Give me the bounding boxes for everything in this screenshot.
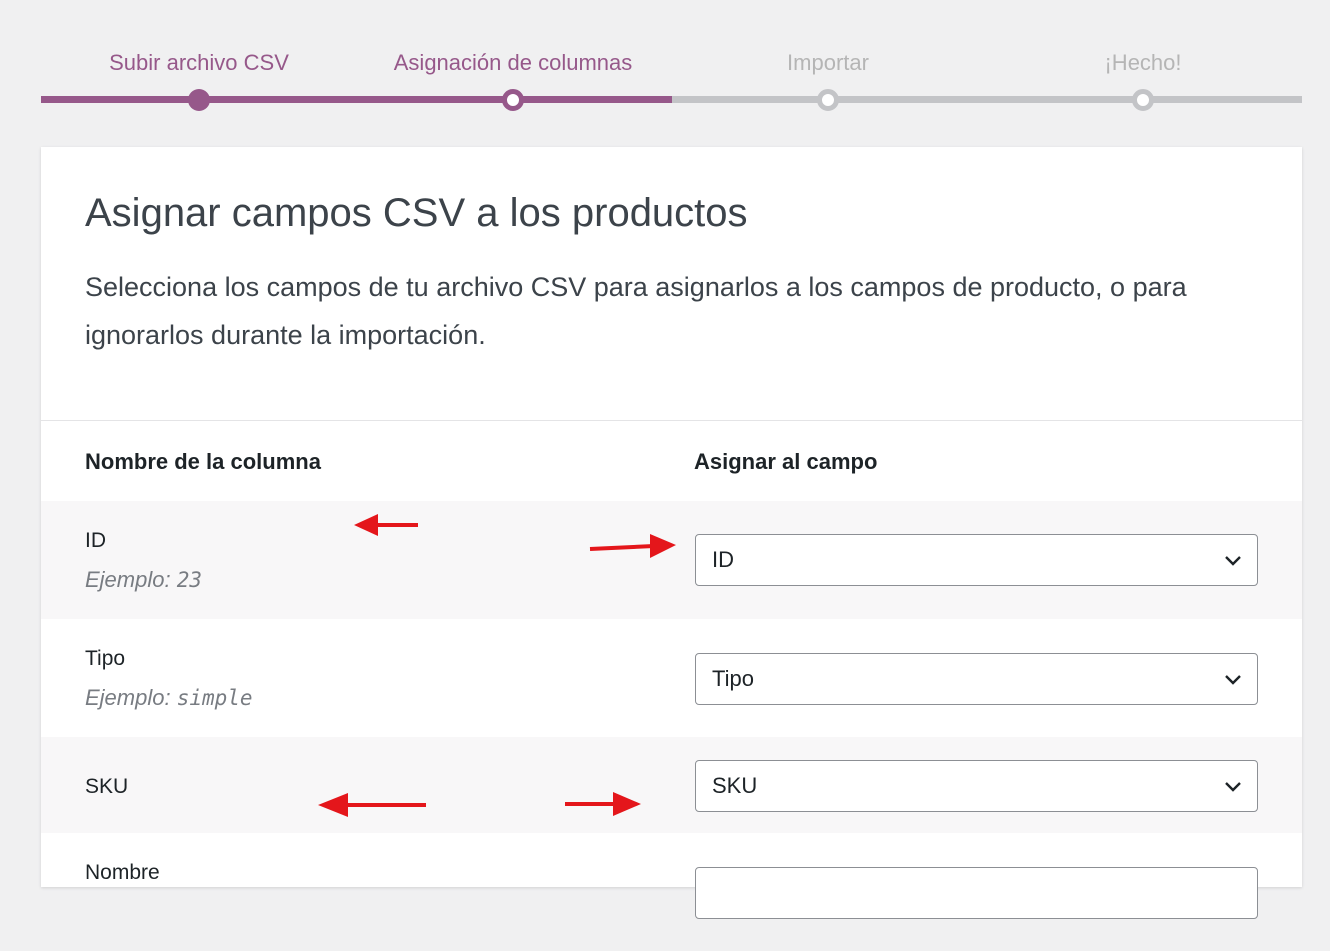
chevron-down-icon: [1225, 675, 1241, 685]
chevron-down-icon: [1225, 556, 1241, 566]
step-done-dot: [1132, 89, 1154, 111]
step-done-label: ¡Hecho!: [1104, 50, 1182, 75]
chevron-down-icon: [1225, 782, 1241, 792]
column-name-header: Nombre de la columna: [85, 449, 321, 474]
csv-column-name: Tipo: [85, 647, 126, 670]
step-import-label: Importar: [787, 50, 869, 75]
card-header: Asignar campos CSV a los productos Selec…: [41, 147, 1302, 421]
progress-track-done: [41, 96, 672, 103]
mapping-card: Asignar campos CSV a los productos Selec…: [41, 147, 1302, 919]
step-mapping-label: Asignación de columnas: [393, 50, 633, 75]
selected-value: Tipo: [712, 666, 754, 691]
annotation-arrow-right-icon: [589, 534, 676, 558]
map-field-header: Asignar al campo: [694, 449, 878, 474]
import-steps: Subir archivo CSV Asignación de columnas…: [41, 0, 1302, 120]
map-field-select[interactable]: Tipo: [695, 653, 1258, 705]
selected-value: SKU: [712, 773, 758, 798]
table-row: SKU SKU: [41, 737, 1302, 833]
step-import-dot: [817, 89, 839, 111]
step-upload-label: Subir archivo CSV: [109, 50, 289, 75]
annotation-arrow-right-icon: [565, 792, 641, 816]
csv-column-example: Ejemplo: 23: [85, 567, 203, 592]
annotation-arrow-left-icon: [354, 514, 418, 536]
csv-column-name: ID: [85, 529, 106, 552]
annotation-arrow-left-icon: [318, 793, 426, 817]
step-upload-dot: [188, 89, 210, 111]
csv-column-example: Ejemplo: simple: [85, 685, 253, 710]
table-header: Nombre de la columna Asignar al campo: [41, 421, 1302, 501]
table-row: Nombre: [41, 833, 1302, 951]
progress-track-remaining: [672, 96, 1302, 103]
map-field-select[interactable]: SKU: [695, 760, 1258, 812]
csv-column-name: Nombre: [85, 861, 160, 884]
step-mapping-dot: [502, 89, 524, 111]
page-title: Asignar campos CSV a los productos: [85, 191, 748, 235]
csv-column-name: SKU: [85, 775, 129, 798]
map-field-select[interactable]: ID: [695, 534, 1258, 586]
table-row: Tipo Ejemplo: simple Tipo: [41, 619, 1302, 737]
selected-value: ID: [712, 547, 734, 572]
page-description: Selecciona los campos de tu archivo CSV …: [85, 272, 1187, 350]
